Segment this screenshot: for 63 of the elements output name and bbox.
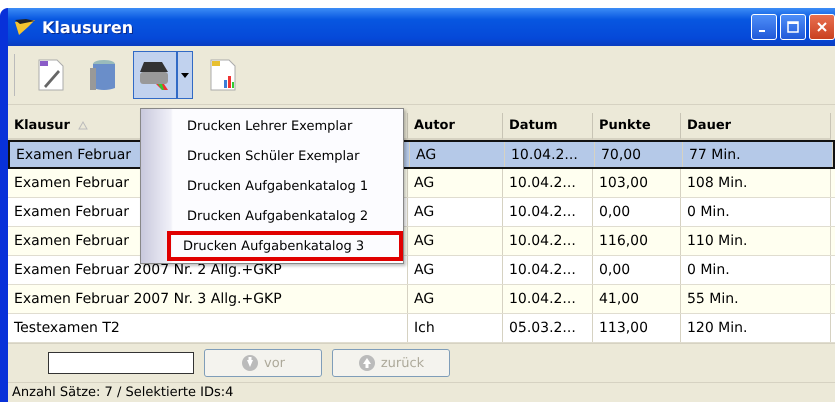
table-cell: 77 Min. <box>689 146 741 162</box>
report-chart-icon <box>208 58 238 92</box>
table-cell: 0 Min. <box>687 262 730 278</box>
table-cell: Ich <box>414 320 435 336</box>
table-cell: Examen Februar <box>14 204 130 220</box>
table-cell: 05.03.2... <box>509 320 576 336</box>
caret-icon <box>181 72 189 78</box>
table-row[interactable]: Examen Februar 2007 Nr. 3 Allg.+GKP AG 10.04.2... 41,00 55 Min. <box>8 285 835 314</box>
table-cell: 0 Min. <box>687 204 730 220</box>
table-cell: 10.04.2... <box>509 262 576 278</box>
table-cell: 10.04.2... <box>509 204 576 220</box>
menu-item[interactable]: Drucken Aufgabenkatalog 3 <box>167 231 403 261</box>
table-cell: 110 Min. <box>687 233 748 249</box>
column-label: Datum <box>509 118 558 133</box>
column-label: Dauer <box>687 118 732 133</box>
column-label: Punkte <box>599 118 651 133</box>
pen-document-icon <box>36 58 66 92</box>
maximize-button[interactable] <box>780 14 806 40</box>
column-label: Klausur <box>14 118 70 133</box>
minimize-button[interactable] <box>751 14 777 40</box>
window-title: Klausuren <box>42 18 134 36</box>
app-icon <box>14 18 36 36</box>
table-cell: 55 Min. <box>687 291 739 307</box>
table-cell: Testexamen T2 <box>14 320 120 336</box>
table-cell: 10.04.2... <box>511 146 578 162</box>
table-cell: AG <box>414 233 434 249</box>
table-cell: 0,00 <box>599 204 630 220</box>
table-cell: Examen Februar 2007 Nr. 3 Allg.+GKP <box>14 291 282 307</box>
table-cell: 116,00 <box>599 233 648 249</box>
table-cell: Examen Februar <box>14 233 130 249</box>
table-cell: AG <box>414 175 434 191</box>
table-cell: Examen Februar <box>14 175 130 191</box>
column-label: Autor <box>414 118 455 133</box>
table-row[interactable]: Testexamen T2 Ich 05.03.2... 113,00 120 Min. <box>8 314 835 343</box>
status-text: Anzahl Sätze: 7 / Selektierte IDs:4 <box>12 385 234 400</box>
table-cell: AG <box>414 204 434 220</box>
table-cell: 0,00 <box>599 262 630 278</box>
table-cell: 10.04.2... <box>509 291 576 307</box>
minimize-icon <box>759 30 765 32</box>
table-cell: 41,00 <box>599 291 640 307</box>
table-cell: AG <box>414 291 434 307</box>
table-cell: 10.04.2... <box>509 233 576 249</box>
toolbar-button[interactable] <box>133 51 177 99</box>
input-field[interactable] <box>48 352 194 374</box>
dropdown-button[interactable] <box>177 51 193 99</box>
menu-item[interactable]: Drucken Lehrer Exemplar <box>141 111 403 141</box>
table-cell: 108 Min. <box>687 175 748 191</box>
menu-item[interactable]: Drucken Schüler Exemplar <box>141 141 403 171</box>
close-icon <box>816 21 828 33</box>
table-cell: 113,00 <box>599 320 648 336</box>
table-cell: Examen Februar <box>16 146 132 162</box>
maximize-icon <box>787 21 799 33</box>
table-cell: 120 Min. <box>687 320 748 336</box>
table-cell: Examen Februar 2007 Nr. 2 Allg.+GKP <box>14 262 282 278</box>
table-cell: AG <box>414 262 434 278</box>
close-button[interactable] <box>809 14 835 40</box>
table-cell: 103,00 <box>599 175 648 191</box>
trash-can-icon <box>88 58 118 92</box>
table-cell: 70,00 <box>601 146 642 162</box>
table-cell: 10.04.2... <box>509 175 576 191</box>
table-row[interactable]: Examen Februar 2007 Nr. 2 Allg.+GKP AG 10.04.2... 0,00 0 Min. <box>8 256 835 285</box>
menu-item[interactable]: Drucken Aufgabenkatalog 1 <box>141 171 403 201</box>
table-cell: AG <box>416 146 436 162</box>
